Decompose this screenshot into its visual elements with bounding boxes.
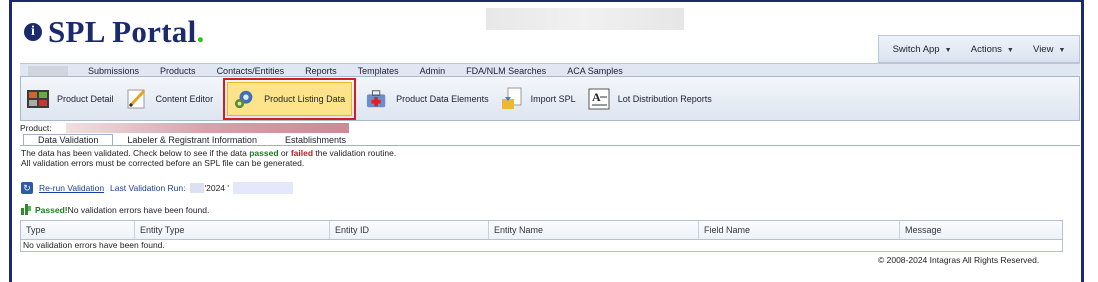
content-editor-label: Content Editor: [155, 93, 214, 104]
validation-status: Passed! No validation errors have been f…: [21, 204, 209, 215]
nav-submissions[interactable]: Submissions: [88, 66, 139, 76]
redacted-time-part: [233, 182, 294, 194]
check-flag-icon: [21, 204, 31, 215]
tab-labeler-registrant-information[interactable]: Labeler & Registrant Information: [113, 135, 271, 145]
col-entity-name[interactable]: Entity Name: [489, 221, 699, 239]
passed-label: Passed!: [35, 204, 68, 215]
chevron-down-icon: ▼: [1058, 46, 1066, 54]
table-header: Type Entity Type Entity ID Entity Name F…: [21, 221, 1062, 240]
rerun-validation-link[interactable]: Re-run Validation: [39, 183, 104, 193]
product-detail-icon: [27, 88, 49, 110]
header-menu: Switch App ▼ Actions ▼ View ▼: [878, 35, 1080, 63]
product-toolbar: Product Detail Content Editor Product Li…: [20, 76, 1080, 121]
import-spl-label: Import SPL: [530, 93, 576, 104]
validation-subtabs: Data Validation Labeler & Registrant Inf…: [20, 134, 1080, 146]
nav-templates[interactable]: Templates: [358, 66, 399, 76]
col-entity-id[interactable]: Entity ID: [330, 221, 489, 239]
chevron-down-icon: ▼: [1006, 46, 1014, 54]
redacted-date-part: [189, 183, 204, 193]
product-listing-data-button[interactable]: Product Listing Data: [223, 77, 357, 120]
gear-icon: [234, 88, 256, 110]
product-bar: Product:: [20, 123, 1080, 133]
refresh-icon[interactable]: ↻: [21, 182, 33, 194]
import-spl-button[interactable]: Import SPL: [495, 82, 582, 116]
nav-aca-samples[interactable]: ACA Samples: [567, 66, 623, 76]
col-field-name[interactable]: Field Name: [699, 221, 900, 239]
product-listing-data-label: Product Listing Data: [264, 93, 346, 104]
col-type[interactable]: Type: [21, 221, 135, 239]
document-a-icon: A: [588, 88, 610, 110]
app-logo[interactable]: i SPL Portal.: [24, 14, 205, 50]
table-empty-row: No validation errors have been found.: [23, 240, 165, 250]
pencil-icon: [126, 88, 148, 110]
last-run-value: '2024 ': [204, 183, 230, 193]
lot-distribution-reports-label: Lot Distribution Reports: [617, 93, 712, 104]
content-editor-button[interactable]: Content Editor: [120, 82, 220, 116]
app-frame: i SPL Portal. Switch App ▼ Actions ▼ View ▼…: [9, 0, 1084, 282]
redacted-nav-item: [28, 65, 68, 76]
switch-app-menu[interactable]: Switch App ▼: [893, 44, 952, 55]
tab-establishments[interactable]: Establishments: [271, 135, 360, 145]
main-nav: Submissions Products Contacts/Entities R…: [20, 63, 1080, 77]
chevron-down-icon: ▼: [944, 46, 952, 54]
validation-note-line1: The data has been validated. Check below…: [21, 148, 397, 158]
actions-menu[interactable]: Actions ▼: [971, 44, 1014, 55]
tab-data-validation[interactable]: Data Validation: [23, 134, 114, 145]
product-data-elements-button[interactable]: Product Data Elements: [360, 82, 495, 116]
product-data-elements-label: Product Data Elements: [396, 93, 489, 104]
validation-note-line2: All validation errors must be corrected …: [21, 158, 305, 168]
redacted-product-name: [66, 123, 349, 133]
lot-distribution-reports-button[interactable]: A Lot Distribution Reports: [582, 82, 718, 116]
last-run-label: Last Validation Run:: [110, 183, 186, 193]
passed-message: No validation errors have been found.: [67, 204, 210, 215]
product-detail-button[interactable]: Product Detail: [21, 82, 120, 116]
import-icon: [501, 87, 523, 110]
nav-reports[interactable]: Reports: [305, 66, 337, 76]
col-entity-type[interactable]: Entity Type: [135, 221, 330, 239]
medkit-icon: [366, 88, 388, 110]
view-menu[interactable]: View ▼: [1033, 44, 1065, 55]
nav-contacts-entities[interactable]: Contacts/Entities: [217, 66, 285, 76]
nav-admin[interactable]: Admin: [420, 66, 446, 76]
nav-products[interactable]: Products: [160, 66, 196, 76]
validation-errors-table: Type Entity Type Entity ID Entity Name F…: [20, 220, 1063, 252]
nav-fda-nlm-searches[interactable]: FDA/NLM Searches: [466, 66, 546, 76]
svg-text:A: A: [592, 90, 601, 104]
info-icon: i: [24, 23, 42, 41]
product-detail-label: Product Detail: [57, 93, 114, 104]
product-label: Product:: [20, 123, 52, 133]
redacted-header-info: [486, 8, 684, 30]
rerun-row: ↻ Re-run Validation Last Validation Run:…: [21, 182, 294, 194]
app-title: SPL Portal.: [48, 14, 205, 49]
copyright: © 2008-2024 Intagras All Rights Reserved…: [878, 255, 1040, 265]
validation-note: The data has been validated. Check below…: [21, 148, 396, 168]
col-message[interactable]: Message: [900, 221, 1062, 239]
